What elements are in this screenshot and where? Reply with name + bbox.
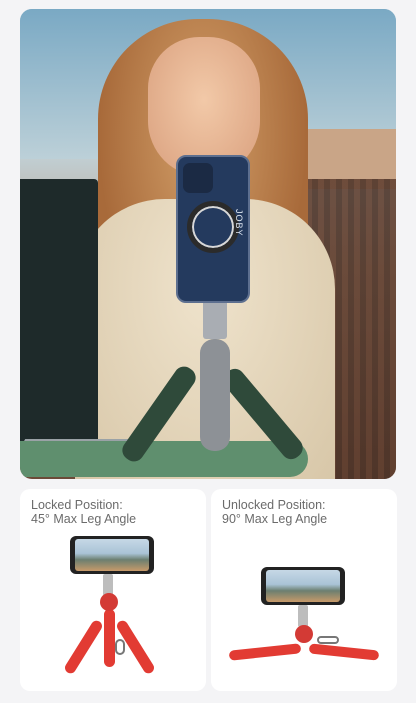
tripod-leg [62, 618, 105, 676]
unlocked-position-title: Unlocked Position: 90° Max Leg Angle [222, 498, 327, 526]
carabiner-icon [115, 639, 125, 655]
locked-position-label: Locked Position: [31, 498, 123, 512]
green-table [20, 441, 308, 477]
locked-position-title: Locked Position: 45° Max Leg Angle [31, 498, 136, 526]
unlocked-position-card: Unlocked Position: 90° Max Leg Angle [211, 489, 397, 691]
tripod-ball-head [295, 625, 313, 643]
unlocked-position-label: Unlocked Position: [222, 498, 326, 512]
tripod-ball-head [100, 593, 118, 611]
laptop-screen [20, 179, 98, 454]
brand-logo: JOBY [234, 209, 244, 237]
phone-screen [75, 539, 149, 571]
mini-phone [70, 536, 154, 574]
camera-module-icon [183, 163, 213, 193]
unlocked-leg-angle-label: 90° Max Leg Angle [222, 512, 328, 526]
carabiner-icon [317, 636, 339, 644]
tripod-leg [308, 643, 380, 661]
mini-phone [261, 567, 345, 605]
tripod-leg [104, 609, 115, 667]
tripod-leg [228, 643, 302, 661]
phone-mount [203, 299, 227, 339]
smartphone: JOBY [176, 155, 250, 303]
locked-leg-angle-label: 45° Max Leg Angle [31, 512, 137, 526]
locked-position-card: Locked Position: 45° Max Leg Angle [20, 489, 206, 691]
tripod-grip [200, 339, 230, 451]
hero-photo: JOBY [20, 9, 396, 479]
phone-screen [266, 570, 340, 602]
mini-mount [298, 605, 308, 627]
